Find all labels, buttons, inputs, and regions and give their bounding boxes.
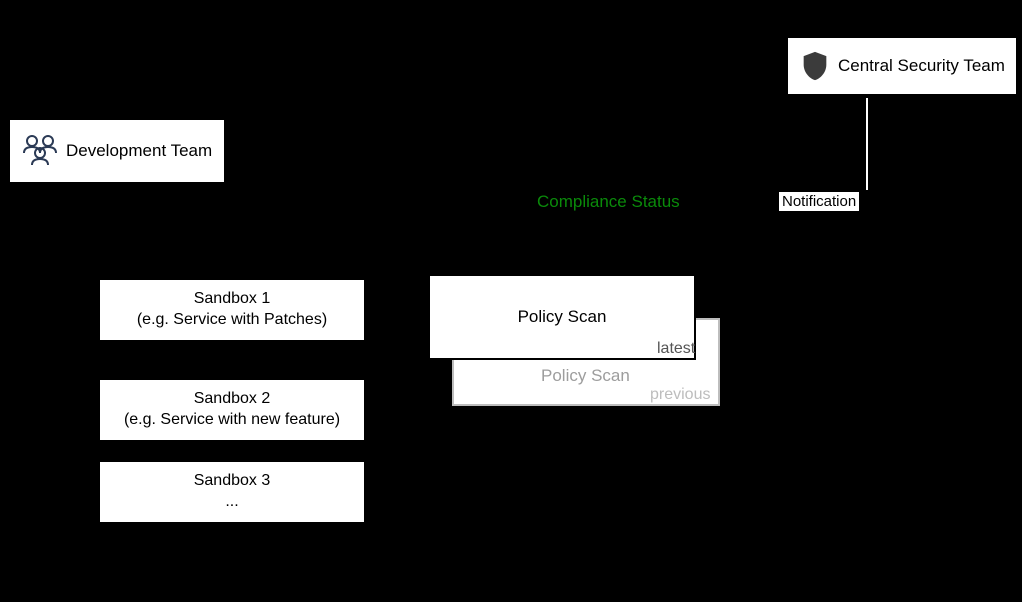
sandbox-1-title: Sandbox 1 — [194, 289, 271, 310]
sandbox-2-subtitle: (e.g. Service with new feature) — [124, 410, 340, 431]
security-team-label: Central Security Team — [838, 56, 1005, 76]
application-profile-title: Application Profile — [310, 148, 496, 172]
notification-label: Notification — [779, 192, 859, 211]
notification-text: Notification — [782, 193, 856, 210]
policy-scan-latest-label: Policy Scan — [518, 306, 607, 328]
policy-scan-latest-tag: latest — [657, 340, 695, 358]
sandbox-3-subtitle: ... — [225, 492, 238, 513]
shield-icon — [798, 48, 832, 84]
policy-scan-previous-label: Policy Scan — [541, 366, 630, 386]
compliance-status: Compliance Status — [537, 192, 680, 212]
sandbox-1-subtitle: (e.g. Service with Patches) — [137, 310, 327, 331]
sandbox-3-box: Sandbox 3 ... — [98, 460, 366, 524]
people-icon — [18, 131, 62, 171]
sandbox-2-title: Sandbox 2 — [194, 389, 271, 410]
sandbox-3-title: Sandbox 3 — [194, 471, 271, 492]
sandbox-2-box: Sandbox 2 (e.g. Service with new feature… — [98, 378, 366, 442]
sandbox-1-box: Sandbox 1 (e.g. Service with Patches) — [98, 278, 366, 342]
policy-scan-previous-tag: previous — [650, 386, 710, 404]
security-team-box: Central Security Team — [786, 36, 1018, 96]
policy-scan-latest-box: Policy Scan — [428, 274, 696, 360]
development-team-box: Development Team — [8, 118, 226, 184]
development-team-label: Development Team — [66, 141, 212, 161]
